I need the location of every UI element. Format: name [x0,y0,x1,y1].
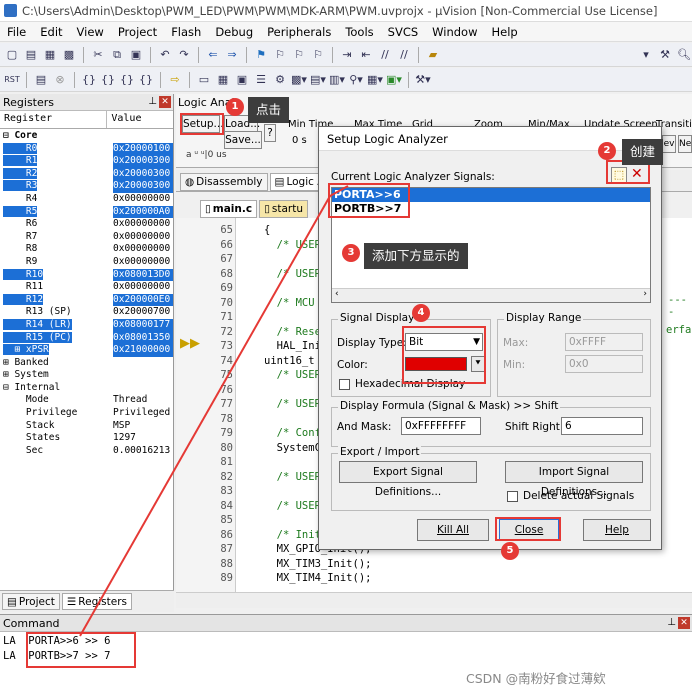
step-tip: 创建 [622,139,664,165]
arrow-line [79,195,331,637]
step-tip: 添加下方显示的 [364,243,468,269]
step-badge: 2 [598,142,616,160]
step-badge: 3 [342,244,360,262]
highlight-close [495,517,561,541]
watermark: CSDN @南粉好食过薄欸 [466,671,606,686]
highlight-signals [328,183,410,218]
step-badge: 4 [412,304,430,322]
step-badge: 5 [501,542,519,560]
step-tip: 点击 [248,97,290,123]
highlight-command-output [26,632,136,668]
highlight-display-type [402,326,486,384]
annotation-arrows [79,185,349,637]
step-badge: 1 [226,98,244,116]
highlight-setup [180,113,224,135]
